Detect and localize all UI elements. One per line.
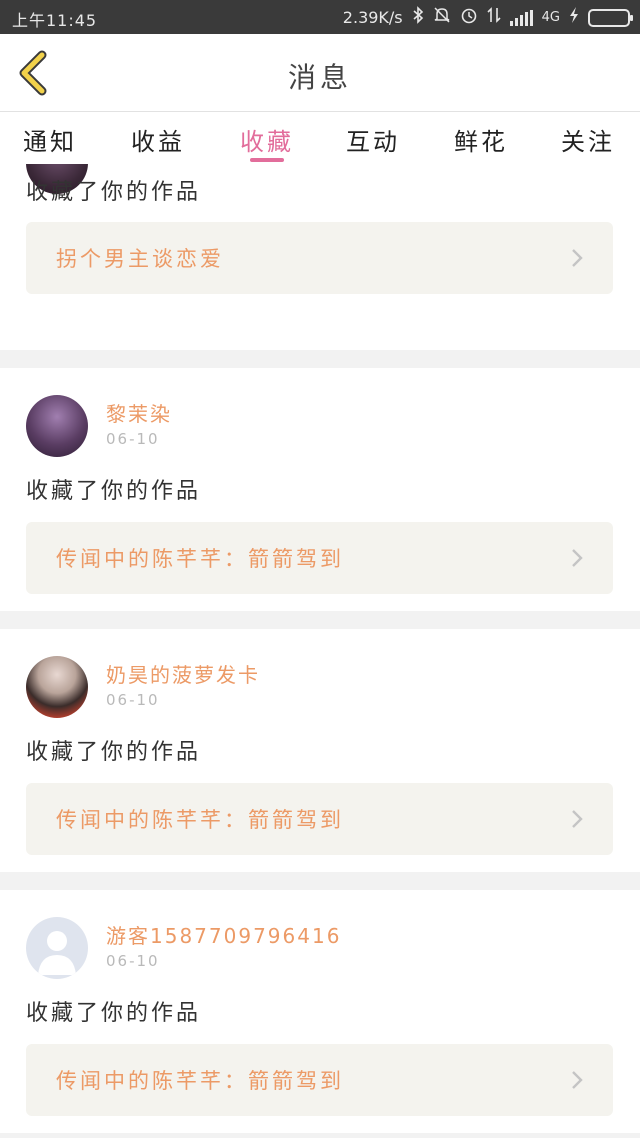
message-username[interactable]: 黎茉染 [106, 398, 172, 427]
charging-icon [569, 6, 579, 29]
work-title: 拐个男主谈恋爱 [56, 247, 224, 271]
bluetooth-icon [412, 6, 424, 29]
app-header: 消息 [0, 34, 640, 112]
message-date: 06-10 [106, 430, 160, 448]
tab-favorites[interactable]: 收藏 [222, 122, 312, 157]
chevron-right-icon [572, 249, 583, 267]
message-action: 收藏了你的作品 [26, 740, 202, 765]
chevron-right-icon [572, 549, 583, 567]
mute-icon [433, 6, 451, 29]
message-username[interactable]: 奶昊的菠萝发卡 [106, 659, 260, 688]
data-transfer-icon [487, 6, 501, 29]
avatar[interactable] [26, 395, 88, 457]
work-link[interactable]: 传闻中的陈芊芊：箭箭驾到 [26, 522, 613, 594]
tab-follow[interactable]: 关注 [543, 122, 633, 157]
work-title: 传闻中的陈芊芊：箭箭驾到 [56, 808, 344, 832]
message-action: 收藏了你的作品 [26, 180, 202, 205]
active-tab-indicator [250, 158, 284, 162]
message-card: 奶昊的菠萝发卡 06-10 收藏了你的作品 传闻中的陈芊芊：箭箭驾到 [0, 629, 640, 872]
alarm-icon [460, 6, 478, 29]
message-date: 06-10 [106, 952, 160, 970]
tab-flowers[interactable]: 鲜花 [436, 122, 526, 157]
message-date: 06-10 [106, 691, 160, 709]
tab-interaction[interactable]: 互动 [328, 122, 418, 157]
network-speed: 2.39K/s [342, 7, 403, 27]
chevron-right-icon [572, 1071, 583, 1089]
message-action: 收藏了你的作品 [26, 479, 202, 504]
status-bar: 上午11:45 2.39K/s 4G [0, 0, 640, 34]
message-card: 06-10 收藏了你的作品 拐个男主谈恋爱 [0, 164, 640, 350]
work-link[interactable]: 传闻中的陈芊芊：箭箭驾到 [26, 1044, 613, 1116]
default-user-icon [38, 931, 76, 975]
tab-bar: 通知 收益 收藏 互动 鲜花 关注 [0, 112, 640, 164]
message-card: 黎茉染 06-10 收藏了你的作品 传闻中的陈芊芊：箭箭驾到 [0, 368, 640, 611]
work-link[interactable]: 传闻中的陈芊芊：箭箭驾到 [26, 783, 613, 855]
battery-icon [588, 8, 633, 27]
page-title: 消息 [287, 61, 352, 94]
message-action: 收藏了你的作品 [26, 1001, 202, 1026]
tab-notification[interactable]: 通知 [5, 122, 95, 157]
message-list[interactable]: 06-10 收藏了你的作品 拐个男主谈恋爱 黎茉染 06-10 收藏了你的作品 … [0, 164, 640, 1138]
work-title: 传闻中的陈芊芊：箭箭驾到 [56, 547, 344, 571]
signal-icon [509, 9, 533, 26]
network-type-label: 4G [541, 9, 560, 25]
work-link[interactable]: 拐个男主谈恋爱 [26, 222, 613, 294]
work-title: 传闻中的陈芊芊：箭箭驾到 [56, 1069, 344, 1093]
message-card: 游客1587709796416 06-10 收藏了你的作品 传闻中的陈芊芊：箭箭… [0, 890, 640, 1133]
avatar[interactable] [26, 917, 88, 979]
tab-earnings[interactable]: 收益 [113, 122, 203, 157]
message-username[interactable]: 游客1587709796416 [106, 920, 341, 949]
status-time: 上午11:45 [12, 11, 98, 30]
avatar[interactable] [26, 656, 88, 718]
chevron-right-icon [572, 810, 583, 828]
